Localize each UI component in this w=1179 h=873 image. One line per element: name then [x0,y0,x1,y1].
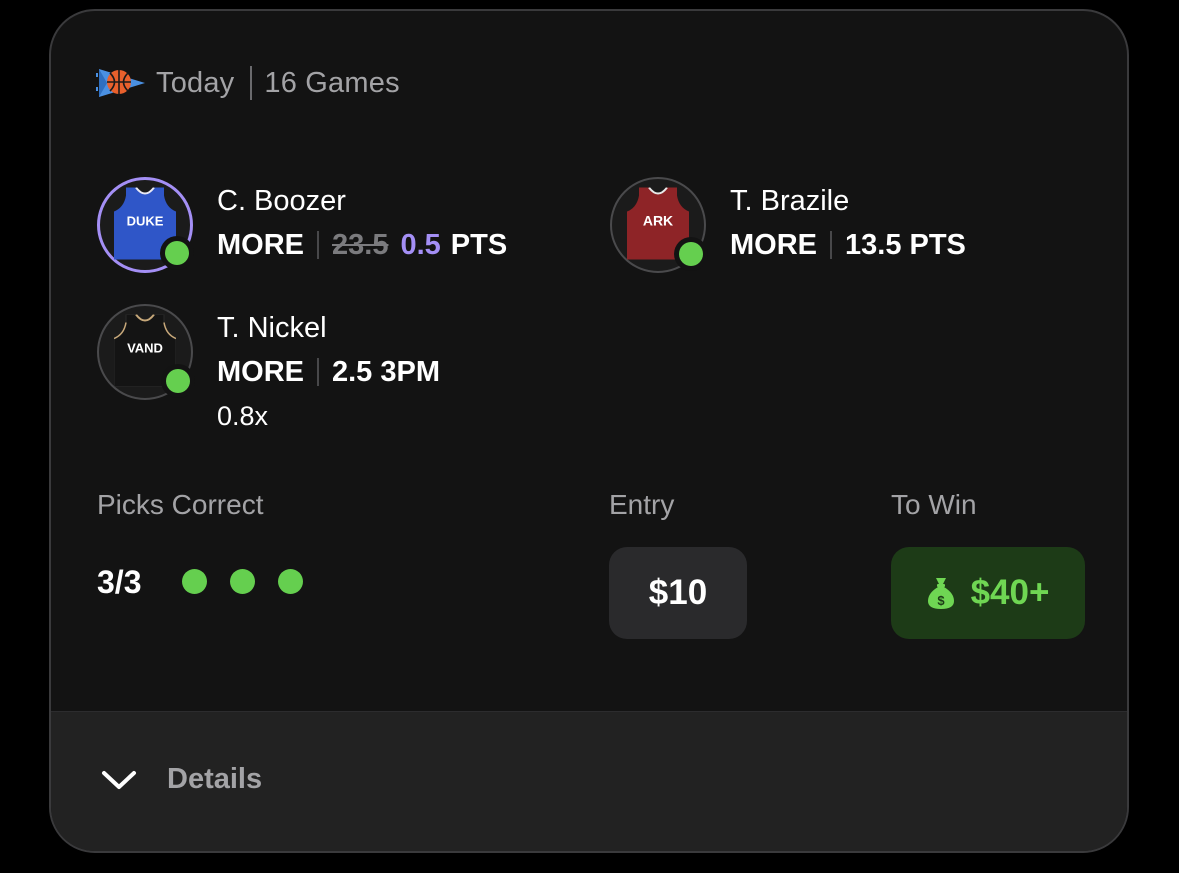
pick-nickel[interactable]: VAND T. Nickel MORE 2.5 3PM 0.8x [97,304,440,433]
date-label: Today [156,66,235,99]
to-win-amount: $ $40+ [891,547,1085,639]
correct-dot [230,569,255,594]
player-name: T. Brazile [730,185,850,217]
pick-line: MORE 23.5 0.5 PTS [217,228,507,262]
details-label: Details [167,763,263,795]
correct-dot [278,569,303,594]
player-name: C. Boozer [217,185,346,217]
line-value: 13.5 PTS [845,229,966,261]
pick-divider [317,358,319,386]
pick-line: MORE 13.5 PTS [730,228,966,262]
picks-correct-value: 3/3 [97,564,142,600]
details-toggle[interactable]: Details [101,763,262,796]
pick-boozer[interactable]: DUKE C. Boozer MORE 23.5 0.5 PTS [97,177,507,273]
basketball-icon [96,69,145,97]
pick-direction: MORE [217,229,304,261]
line-value: 2.5 3PM [332,356,440,388]
player-avatar: DUKE [97,177,194,273]
discounted-line-value: 0.5 [400,229,441,261]
pick-direction: MORE [730,229,817,261]
pick-brazile[interactable]: ARK T. Brazile MORE 13.5 PTS [610,177,966,273]
svg-text:VAND: VAND [127,341,163,356]
pick-line: MORE 2.5 3PM [217,355,440,389]
stat-type: PTS [450,229,508,261]
to-win-value: $40+ [970,573,1050,612]
old-line-value: 23.5 [332,229,389,261]
details-footer: Details [51,711,1127,851]
player-avatar: VAND [97,304,195,400]
picks-correct-dots [182,569,326,594]
pick-divider [317,231,319,259]
pick-multiplier: 0.8x [217,401,269,431]
pick-status-hit [160,236,194,270]
pick-status-hit [161,364,195,398]
pick-direction: MORE [217,356,304,388]
games-count: 16 Games [264,66,400,99]
svg-text:ARK: ARK [643,213,673,229]
pick-divider [830,231,832,259]
svg-text:$: $ [937,593,945,608]
entry-card: Today 16 Games DUKE C. Boozer MORE 23.5 … [49,9,1129,853]
to-win-label: To Win [891,489,977,520]
pick-status-hit [674,237,708,271]
entry-value: $10 [648,573,708,612]
correct-dot [182,569,207,594]
money-bag-icon: $ [927,578,954,609]
player-avatar: ARK [610,177,708,273]
chevron-down-icon [102,770,136,789]
entry-label: Entry [609,489,675,520]
svg-text:DUKE: DUKE [127,214,164,229]
entry-header: Today 16 Games [95,63,400,103]
picks-correct-label: Picks Correct [97,489,264,520]
entry-amount: $10 [609,547,747,639]
header-divider [250,66,253,100]
player-name: T. Nickel [217,312,327,344]
